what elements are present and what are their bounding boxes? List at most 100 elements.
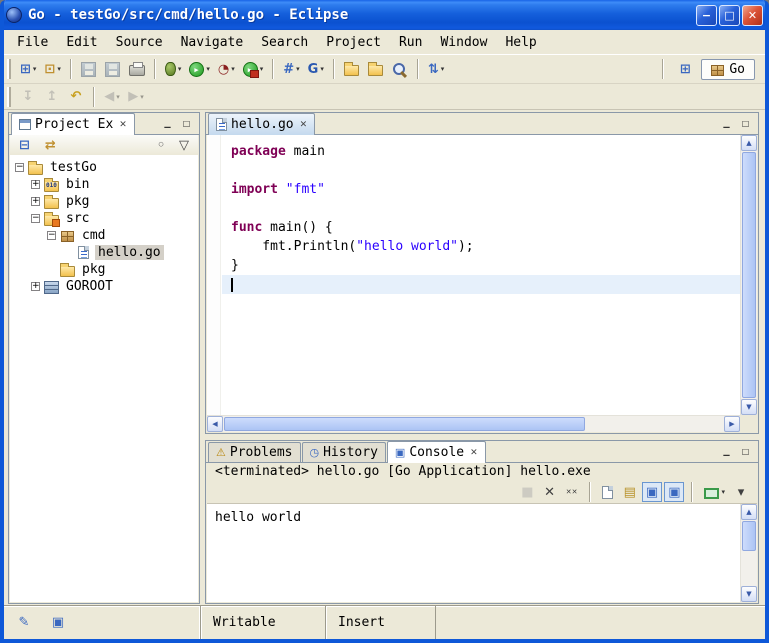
tree-item-hello-go[interactable]: hello.go xyxy=(10,244,198,261)
code-line-4[interactable] xyxy=(222,199,740,218)
toolbar-grip[interactable] xyxy=(7,87,12,107)
menu-project[interactable]: Project xyxy=(317,33,390,52)
minimize-view-button[interactable]: ▁ xyxy=(719,445,734,458)
tree-item-src[interactable]: −src xyxy=(10,210,198,227)
title-bar[interactable]: Go - testGo/src/cmd/hello.go - Eclipse −… xyxy=(0,0,769,30)
close-tab-icon[interactable]: ✕ xyxy=(119,120,127,130)
code-area[interactable]: package main import "fmt" func main() { fm… xyxy=(222,135,740,415)
scroll-lock-button[interactable]: ▤ xyxy=(620,482,640,502)
menu-help[interactable]: Help xyxy=(496,33,545,52)
view-menu-button[interactable]: ▽ xyxy=(175,136,193,154)
minimize-view-button[interactable]: ▁ xyxy=(160,117,175,130)
console-vertical-scrollbar[interactable]: ▲ ▼ xyxy=(740,504,757,602)
tab-project-explorer[interactable]: Project Ex ✕ xyxy=(11,113,135,135)
collapse-icon[interactable]: − xyxy=(47,231,56,240)
code-line-2[interactable] xyxy=(222,161,740,180)
scrollbar-thumb[interactable] xyxy=(742,152,756,398)
menu-window[interactable]: Window xyxy=(431,33,496,52)
tab-history[interactable]: ◷History xyxy=(302,442,386,462)
maximize-window-button[interactable]: □ xyxy=(719,5,740,26)
tree-item-testgo[interactable]: −testGo xyxy=(10,159,198,176)
remove-launch-button[interactable]: ✕ xyxy=(540,482,560,502)
code-line-1[interactable]: package main xyxy=(222,142,740,161)
tab-hello-go[interactable]: hello.go ✕ xyxy=(208,113,315,135)
new-go-element-button[interactable]: ⊡▾ xyxy=(40,57,64,81)
customize-view-button[interactable]: ◦ xyxy=(152,136,170,154)
minimize-view-button[interactable]: ▁ xyxy=(719,117,734,130)
scroll-down-button[interactable]: ▼ xyxy=(741,399,757,415)
fast-view-go-button[interactable]: ▣ xyxy=(46,611,70,635)
menu-search[interactable]: Search xyxy=(252,33,317,52)
scroll-down-button[interactable]: ▼ xyxy=(741,586,757,602)
collapse-all-button[interactable]: ⊟ xyxy=(15,136,34,154)
code-line-7[interactable]: } xyxy=(222,256,740,275)
last-edit-location-button[interactable]: ↶ xyxy=(64,85,88,109)
close-tab-icon[interactable]: ✕ xyxy=(470,448,478,458)
open-console-button[interactable]: ▾ xyxy=(700,482,729,502)
scrollbar-track[interactable] xyxy=(741,520,757,586)
run-last-launched-button[interactable]: ◔▾ xyxy=(214,57,239,81)
tree-item-pkg[interactable]: pkg xyxy=(10,261,198,278)
toolbar-grip[interactable] xyxy=(7,59,12,79)
run-button[interactable]: ▾ xyxy=(185,57,214,81)
team-sync-button[interactable]: ⇅▾ xyxy=(424,57,448,81)
menu-source[interactable]: Source xyxy=(107,33,172,52)
new-go-package-button[interactable]: #▾ xyxy=(279,57,303,81)
minimize-window-button[interactable]: − xyxy=(696,5,717,26)
scroll-up-button[interactable]: ▲ xyxy=(741,135,757,151)
console-output[interactable]: hello world ▲ ▼ xyxy=(207,503,757,602)
scroll-right-button[interactable]: ▶ xyxy=(724,416,740,432)
editor-vertical-scrollbar[interactable]: ▲ ▼ xyxy=(740,135,757,415)
search-button[interactable] xyxy=(388,57,412,81)
collapse-icon[interactable]: − xyxy=(31,214,40,223)
expand-icon[interactable]: + xyxy=(31,282,40,291)
editor-horizontal-scrollbar[interactable]: ◀ ▶ xyxy=(207,415,740,432)
close-window-button[interactable]: ✕ xyxy=(742,5,763,26)
go-element-button[interactable]: G▾ xyxy=(304,57,328,81)
menu-navigate[interactable]: Navigate xyxy=(172,33,253,52)
collapse-icon[interactable]: − xyxy=(15,163,24,172)
show-console-on-stderr-button[interactable]: ▣ xyxy=(664,482,684,502)
show-console-on-stdout-button[interactable]: ▣ xyxy=(642,482,662,502)
open-resource-button[interactable] xyxy=(340,57,364,81)
menu-file[interactable]: File xyxy=(8,33,57,52)
fast-view-pencil-button[interactable]: ✎ xyxy=(12,611,36,635)
maximize-view-button[interactable]: □ xyxy=(179,117,194,130)
print-button[interactable] xyxy=(125,57,149,81)
tree-item-goroot[interactable]: +GOROOT xyxy=(10,278,198,295)
tree-item-cmd[interactable]: −cmd xyxy=(10,227,198,244)
dropdown-caret-icon: ▾ xyxy=(231,65,235,73)
debug-button[interactable]: ▾ xyxy=(161,57,186,81)
scrollbar-track[interactable] xyxy=(741,151,757,399)
code-line-8[interactable] xyxy=(222,275,740,294)
clear-console-button[interactable] xyxy=(598,482,618,502)
scrollbar-thumb[interactable] xyxy=(742,521,756,551)
maximize-view-button[interactable]: □ xyxy=(738,445,753,458)
editor-content[interactable]: package main import "fmt" func main() { fm… xyxy=(207,135,757,432)
console-view-menu-button[interactable]: ▾ xyxy=(731,482,751,502)
code-line-6[interactable]: fmt.Println("hello world"); xyxy=(222,237,740,256)
expand-icon[interactable]: + xyxy=(31,180,40,189)
tree-item-bin[interactable]: +bin xyxy=(10,176,198,193)
tree-item-pkg[interactable]: +pkg xyxy=(10,193,198,210)
code-line-3[interactable]: import "fmt" xyxy=(222,180,740,199)
external-tools-button[interactable]: ▾ xyxy=(239,57,268,81)
code-line-5[interactable]: func main() { xyxy=(222,218,740,237)
menu-run[interactable]: Run xyxy=(390,33,431,52)
open-project-button[interactable] xyxy=(364,57,388,81)
scroll-up-button[interactable]: ▲ xyxy=(741,504,757,520)
menu-edit[interactable]: Edit xyxy=(57,33,106,52)
expand-icon[interactable]: + xyxy=(31,197,40,206)
tab-problems[interactable]: ⚠Problems xyxy=(208,442,301,462)
new-button[interactable]: ⊞▾ xyxy=(16,57,40,81)
scrollbar-track[interactable] xyxy=(223,416,724,432)
close-tab-icon[interactable]: ✕ xyxy=(300,120,308,130)
scroll-left-button[interactable]: ◀ xyxy=(207,416,223,432)
tab-console[interactable]: ▣Console✕ xyxy=(387,441,486,463)
open-perspective-button[interactable]: ⊞ xyxy=(673,57,697,81)
maximize-view-button[interactable]: □ xyxy=(738,117,753,130)
go-perspective-button[interactable]: Go xyxy=(701,59,755,80)
link-with-editor-button[interactable]: ⇄ xyxy=(41,136,60,154)
remove-all-terminated-button[interactable]: ✕✕ xyxy=(562,482,582,502)
scrollbar-thumb[interactable] xyxy=(224,417,585,431)
